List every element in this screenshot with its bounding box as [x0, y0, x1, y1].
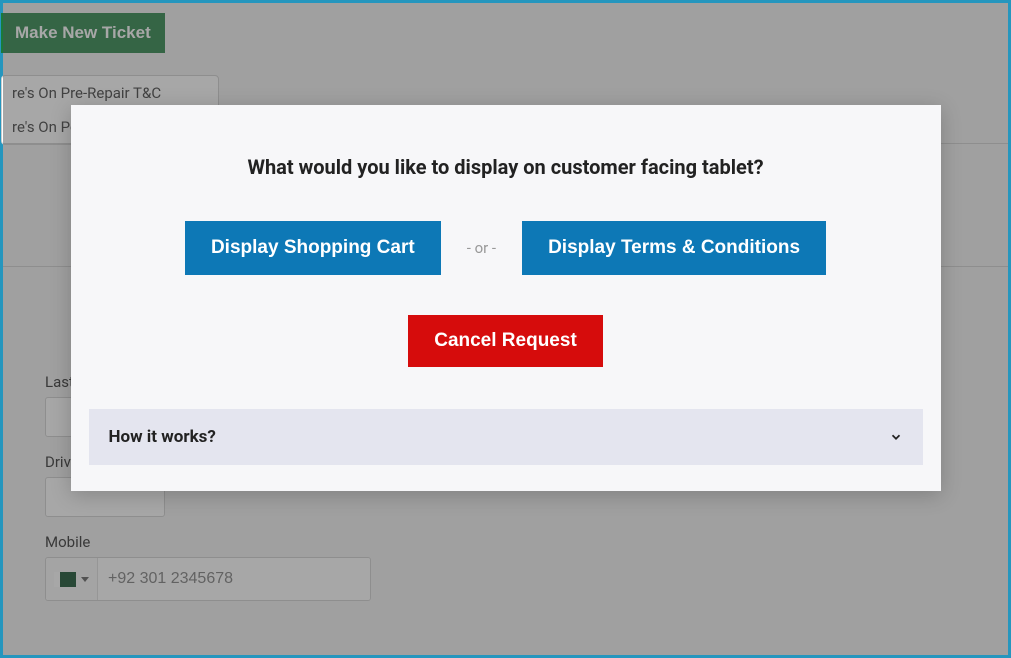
- display-choice-modal: What would you like to display on custom…: [71, 105, 941, 491]
- chevron-down-icon: [889, 430, 903, 444]
- how-it-works-accordion[interactable]: How it works?: [89, 409, 923, 465]
- accordion-title: How it works?: [109, 427, 216, 447]
- display-shopping-cart-button[interactable]: Display Shopping Cart: [185, 221, 441, 275]
- modal-title: What would you like to display on custom…: [89, 155, 923, 179]
- display-terms-conditions-button[interactable]: Display Terms & Conditions: [522, 221, 826, 275]
- modal-button-row: Display Shopping Cart - or - Display Ter…: [89, 221, 923, 275]
- or-separator: - or -: [467, 239, 496, 257]
- cancel-request-button[interactable]: Cancel Request: [408, 315, 603, 367]
